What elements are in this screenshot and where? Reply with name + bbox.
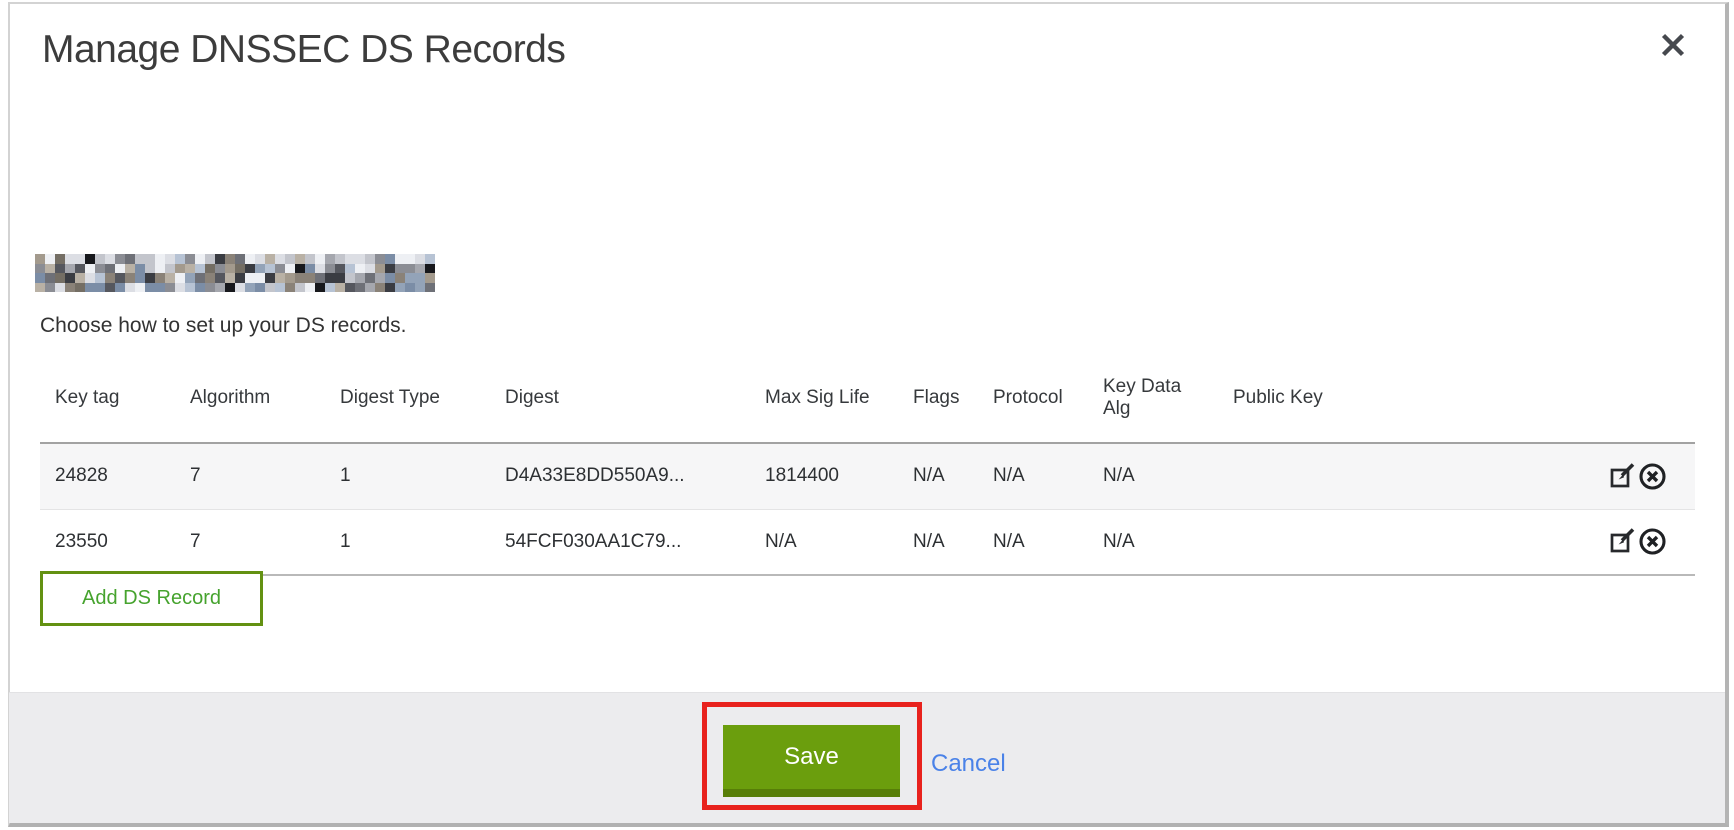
cell-key-data-alg: N/A <box>1088 443 1218 509</box>
column-header-flags: Flags <box>898 360 978 443</box>
edit-record-button[interactable] <box>1609 528 1636 555</box>
cancel-link[interactable]: Cancel <box>931 750 1006 778</box>
cell-actions <box>1468 509 1695 575</box>
cell-flags: N/A <box>898 443 978 509</box>
cell-key-tag: 23550 <box>40 509 175 575</box>
column-header-key-data-alg: Key Data Alg <box>1088 360 1218 443</box>
table-row: 24828 7 1 D4A33E8DD550A9... 1814400 N/A … <box>40 443 1695 509</box>
cell-digest: 54FCF030AA1C79... <box>490 509 750 575</box>
save-button[interactable]: Save <box>723 725 900 797</box>
cell-public-key <box>1218 443 1468 509</box>
pencil-square-icon <box>1609 463 1636 490</box>
circle-x-icon <box>1638 527 1667 556</box>
cell-max-sig-life: 1814400 <box>750 443 898 509</box>
column-header-actions <box>1468 360 1695 443</box>
delete-record-button[interactable] <box>1638 527 1667 556</box>
edit-record-button[interactable] <box>1609 463 1636 490</box>
add-ds-record-button[interactable]: Add DS Record <box>40 571 263 626</box>
cell-flags: N/A <box>898 509 978 575</box>
column-header-algorithm: Algorithm <box>175 360 325 443</box>
cell-actions <box>1468 443 1695 509</box>
column-header-max-sig-life: Max Sig Life <box>750 360 898 443</box>
cell-public-key <box>1218 509 1468 575</box>
cell-key-data-alg: N/A <box>1088 509 1218 575</box>
column-header-public-key: Public Key <box>1218 360 1468 443</box>
cell-algorithm: 7 <box>175 509 325 575</box>
cell-digest-type: 1 <box>325 443 490 509</box>
close-button[interactable] <box>1650 22 1696 68</box>
cell-protocol: N/A <box>978 509 1088 575</box>
cell-key-tag: 24828 <box>40 443 175 509</box>
close-x-icon <box>1659 31 1687 59</box>
circle-x-icon <box>1638 462 1667 491</box>
ds-records-table: Key tag Algorithm Digest Type Digest Max… <box>40 360 1695 576</box>
domain-name-redacted <box>35 254 435 292</box>
cell-max-sig-life: N/A <box>750 509 898 575</box>
column-header-digest-type: Digest Type <box>325 360 490 443</box>
column-header-protocol: Protocol <box>978 360 1088 443</box>
cell-algorithm: 7 <box>175 443 325 509</box>
table-header-row: Key tag Algorithm Digest Type Digest Max… <box>40 360 1695 443</box>
page-title: Manage DNSSEC DS Records <box>42 28 565 72</box>
column-header-digest: Digest <box>490 360 750 443</box>
pencil-square-icon <box>1609 528 1636 555</box>
cell-digest-type: 1 <box>325 509 490 575</box>
column-header-key-tag: Key tag <box>40 360 175 443</box>
dnssec-modal: { "modal": { "title": "Manage DNSSEC DS … <box>0 0 1734 830</box>
instruction-text: Choose how to set up your DS records. <box>40 314 407 338</box>
table-row: 23550 7 1 54FCF030AA1C79... N/A N/A N/A … <box>40 509 1695 575</box>
cell-digest: D4A33E8DD550A9... <box>490 443 750 509</box>
delete-record-button[interactable] <box>1638 462 1667 491</box>
cell-protocol: N/A <box>978 443 1088 509</box>
